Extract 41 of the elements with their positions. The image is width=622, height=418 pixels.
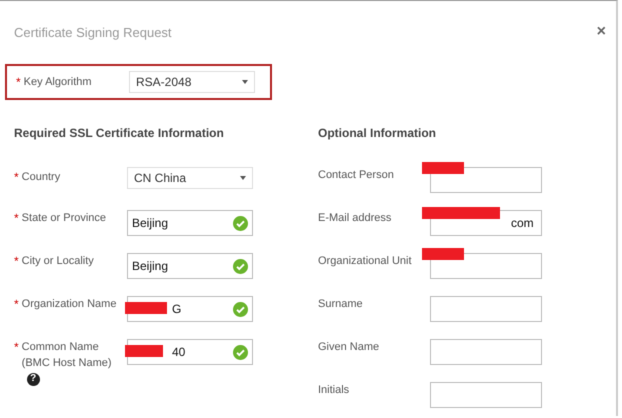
field-label: Organization Name xyxy=(22,298,116,310)
field-value: G xyxy=(172,302,182,316)
input-field[interactable] xyxy=(430,167,542,193)
input-field[interactable] xyxy=(430,339,542,365)
field-value: Beijing xyxy=(132,259,168,273)
required-mark: * xyxy=(14,296,19,312)
field-label: Surname xyxy=(318,298,363,310)
field-label: City or Locality xyxy=(22,255,94,267)
field-label: Country xyxy=(22,171,60,183)
input-field[interactable]: Beijing xyxy=(127,210,253,236)
required-mark: * xyxy=(14,210,19,226)
field-label: E-Mail address xyxy=(318,212,392,224)
section-heading: Optional Information xyxy=(318,126,437,142)
dropdown-value: CN China xyxy=(134,171,186,185)
dropdown-value: RSA-2048 xyxy=(136,75,192,89)
field-value: com xyxy=(511,216,534,230)
dropdown[interactable]: RSA-2048 xyxy=(129,71,255,93)
field-value: 40 xyxy=(172,345,186,359)
field-label: State or Province xyxy=(22,212,106,224)
input-field[interactable] xyxy=(430,296,542,322)
dialog-title: Certificate Signing Request xyxy=(14,24,172,40)
required-mark: * xyxy=(14,253,19,269)
field-label: Given Name xyxy=(318,341,380,353)
field-label: Initials xyxy=(318,384,350,396)
input-field[interactable] xyxy=(430,382,542,408)
input-field[interactable]: Beijing xyxy=(127,253,253,279)
field-value: Beijing xyxy=(132,216,168,230)
required-mark: * xyxy=(14,169,19,185)
caret-icon xyxy=(240,176,246,180)
dropdown[interactable]: CN China xyxy=(127,167,253,189)
section-heading: Required SSL Certificate Information xyxy=(14,126,225,142)
field-label: Key Algorithm xyxy=(24,75,92,90)
field-label: Common Name (BMC Host Name) xyxy=(22,341,112,369)
input-field[interactable] xyxy=(430,253,542,279)
caret-icon xyxy=(242,80,248,84)
required-mark: * xyxy=(14,339,19,356)
required-mark: * xyxy=(16,74,21,90)
help-icon[interactable]: ? xyxy=(26,372,40,386)
field-label: Organizational Unit xyxy=(318,255,412,267)
close-button[interactable]: × xyxy=(596,24,606,40)
field-label: Contact Person xyxy=(318,169,394,181)
